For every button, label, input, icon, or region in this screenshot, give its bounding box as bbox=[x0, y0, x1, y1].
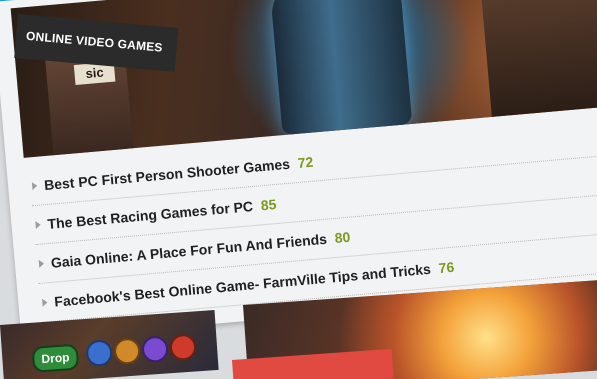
comment-count: 85 bbox=[260, 196, 278, 214]
comment-count: 80 bbox=[334, 228, 351, 246]
hero-robot-figure bbox=[269, 0, 413, 136]
orb-icon bbox=[141, 335, 169, 364]
comment-count: 76 bbox=[437, 258, 455, 277]
orb-icon bbox=[113, 337, 142, 366]
bullet-arrow-icon bbox=[35, 220, 41, 230]
orb-icon bbox=[85, 339, 114, 368]
article-title[interactable]: The Best Racing Games for PC bbox=[47, 198, 254, 232]
drop-badge: Drop bbox=[31, 343, 80, 373]
bullet-arrow-icon bbox=[31, 181, 38, 191]
bullet-arrow-icon bbox=[42, 298, 48, 307]
hero-building-right bbox=[480, 0, 597, 117]
orb-icon bbox=[169, 333, 197, 362]
bullet-arrow-icon bbox=[38, 259, 45, 268]
comment-count: 72 bbox=[297, 153, 314, 171]
page-scene: sic Best PC First Person Shooter Games 7… bbox=[0, 0, 597, 379]
